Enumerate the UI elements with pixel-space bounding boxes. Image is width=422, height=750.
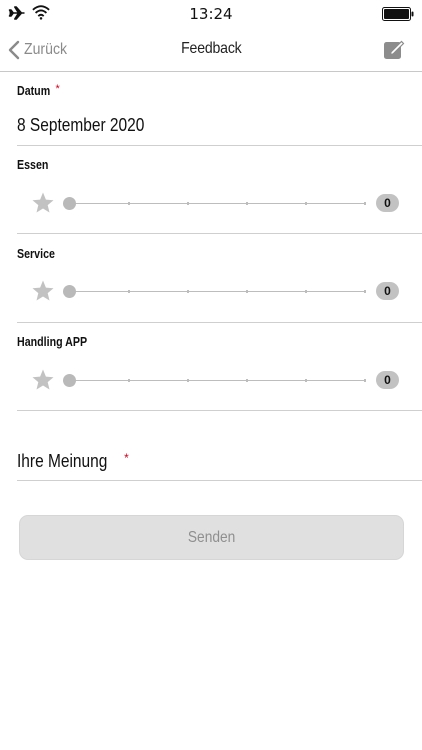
required-mark: * bbox=[55, 83, 60, 95]
divider bbox=[17, 410, 422, 411]
rating-slider-essen[interactable] bbox=[69, 203, 366, 204]
date-field[interactable]: 8 September 2020 bbox=[17, 115, 165, 136]
rating-label-essen: Essen bbox=[17, 157, 49, 172]
rating-value-badge: 0 bbox=[376, 282, 399, 300]
rating-value-badge: 0 bbox=[376, 194, 399, 212]
slider-tick bbox=[128, 202, 130, 205]
status-bar: 13:24 bbox=[0, 0, 422, 28]
rating-slider-service[interactable] bbox=[69, 291, 366, 292]
slider-tick bbox=[364, 379, 366, 382]
required-mark: * bbox=[124, 451, 129, 465]
slider-thumb[interactable] bbox=[63, 285, 76, 298]
slider-tick bbox=[364, 290, 366, 293]
star-icon bbox=[32, 280, 54, 301]
status-time: 13:24 bbox=[189, 5, 233, 23]
battery-icon bbox=[382, 7, 414, 21]
date-label: Datum * bbox=[17, 83, 60, 98]
compose-icon[interactable] bbox=[383, 38, 405, 60]
slider-tick bbox=[246, 290, 248, 293]
slider-thumb[interactable] bbox=[63, 197, 76, 210]
slider-tick bbox=[305, 202, 307, 205]
slider-tick bbox=[187, 379, 189, 382]
slider-thumb[interactable] bbox=[63, 374, 76, 387]
slider-tick bbox=[246, 379, 248, 382]
slider-tick bbox=[128, 290, 130, 293]
slider-tick bbox=[305, 290, 307, 293]
slider-tick bbox=[246, 202, 248, 205]
rating-row-service: 0 bbox=[0, 277, 422, 307]
divider bbox=[17, 322, 422, 323]
star-icon bbox=[32, 369, 54, 390]
slider-tick bbox=[128, 379, 130, 382]
rating-label-handling-app: Handling APP bbox=[17, 334, 88, 349]
star-icon bbox=[32, 192, 54, 213]
opinion-field[interactable]: Ihre Meinung * bbox=[17, 451, 129, 472]
rating-slider-handling-app[interactable] bbox=[69, 380, 366, 381]
rating-row-essen: 0 bbox=[0, 189, 422, 219]
divider bbox=[17, 233, 422, 234]
rating-label-service: Service bbox=[17, 246, 55, 261]
slider-tick bbox=[187, 202, 189, 205]
page-title: Feedback bbox=[180, 40, 242, 57]
submit-button[interactable]: Senden bbox=[19, 515, 404, 560]
slider-tick bbox=[187, 290, 189, 293]
slider-tick bbox=[364, 202, 366, 205]
rating-row-handling-app: 0 bbox=[0, 366, 422, 396]
divider bbox=[17, 145, 422, 146]
slider-tick bbox=[305, 379, 307, 382]
navigation-bar: Zurück Feedback bbox=[0, 28, 422, 72]
rating-value-badge: 0 bbox=[376, 371, 399, 389]
divider bbox=[17, 480, 422, 481]
